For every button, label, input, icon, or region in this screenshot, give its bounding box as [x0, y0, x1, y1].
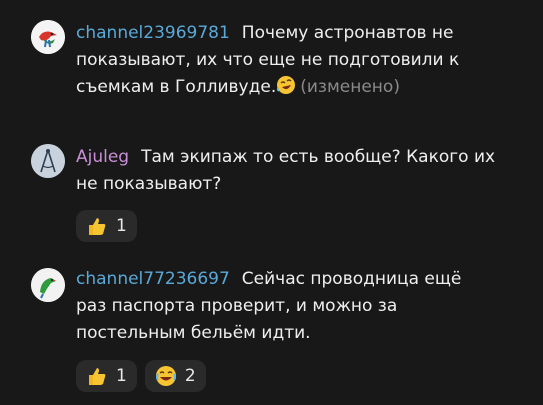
chat-message-list: channel23969781 Почему астронавтов не пок… — [0, 0, 543, 405]
message-body: channel77236697 Сейчас проводница ещё раз… — [76, 266, 476, 347]
reaction-count: 1 — [116, 366, 127, 386]
thumbs-up-icon — [89, 368, 106, 385]
chat-message: channel77236697 Сейчас проводница ещё раз… — [0, 262, 543, 405]
avatar-compass-icon — [31, 144, 65, 178]
edited-label: (изменено) — [300, 77, 400, 97]
avatar-bird-icon — [31, 20, 65, 54]
avatar[interactable] — [31, 20, 65, 54]
avatar[interactable] — [31, 268, 65, 302]
message-body: channel23969781 Почему астронавтов не пок… — [76, 20, 516, 101]
message-author[interactable]: channel23969781 — [76, 23, 230, 43]
reaction-thumbs-up[interactable]: 1 — [76, 360, 137, 392]
thumbs-up-icon — [89, 218, 106, 235]
reactions-bar: 1 2 — [76, 360, 206, 392]
message-body: Ajuleg Там экипаж то есть вообще? Какого … — [76, 144, 516, 198]
chat-message: Ajuleg Там экипаж то есть вообще? Какого … — [0, 140, 543, 250]
reaction-thumbs-up[interactable]: 1 — [76, 210, 137, 242]
message-text: Там экипаж то есть вообще? Какого их не … — [76, 147, 496, 194]
reaction-tears-of-joy[interactable]: 2 — [144, 360, 206, 392]
avatar-parrot-icon — [31, 268, 65, 302]
reactions-bar: 1 — [76, 210, 137, 242]
message-author[interactable]: Ajuleg — [76, 147, 129, 167]
avatar[interactable] — [31, 144, 65, 178]
reaction-count: 1 — [116, 216, 127, 236]
rolling-laughing-emoji-icon — [277, 76, 296, 94]
tears-of-joy-icon — [155, 366, 176, 386]
reaction-count: 2 — [184, 366, 196, 386]
message-author[interactable]: channel77236697 — [76, 269, 230, 289]
chat-message: channel23969781 Почему астронавтов не пок… — [0, 0, 543, 110]
